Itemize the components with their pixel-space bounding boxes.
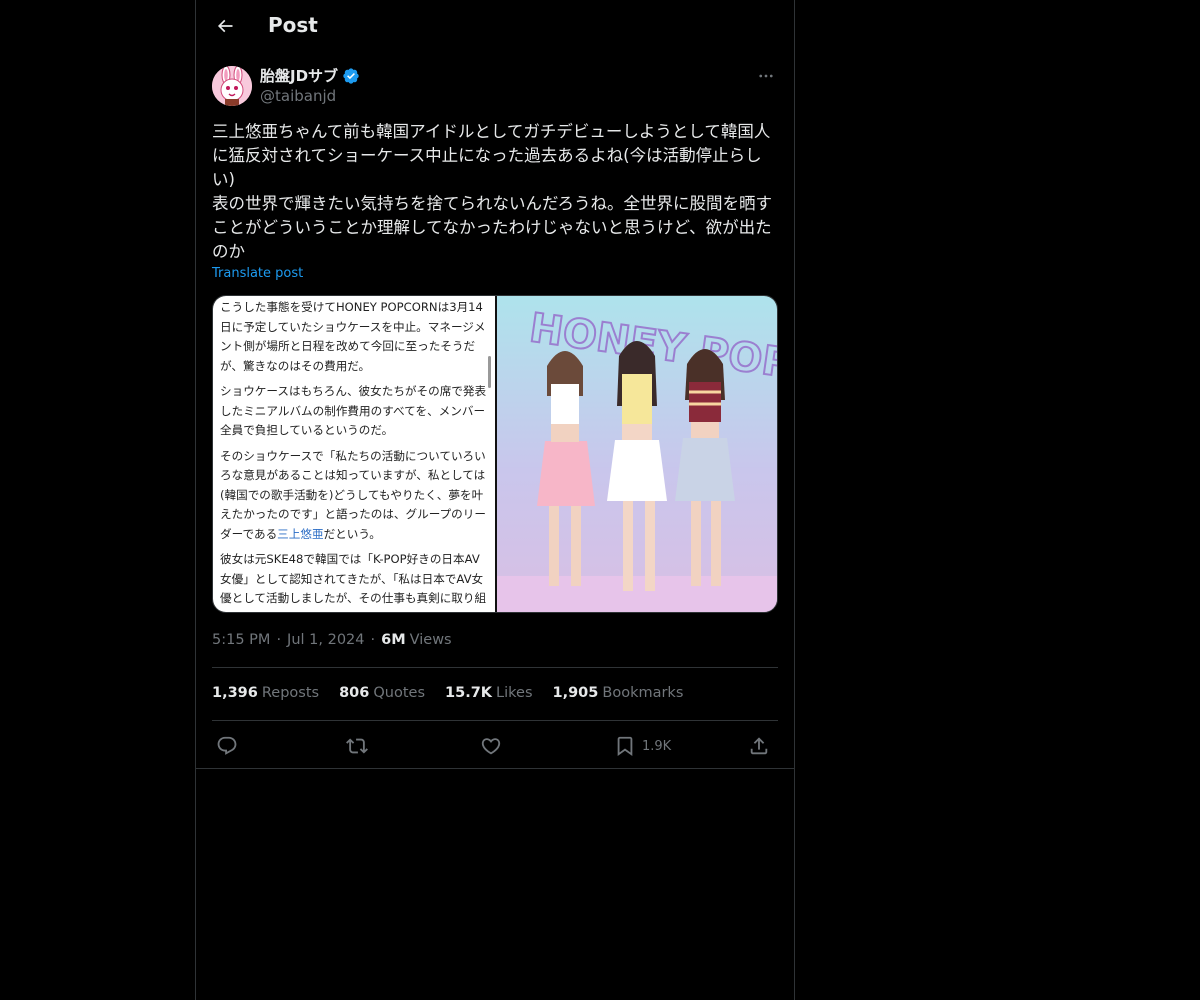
article-paragraph: そのショウケースで「私たちの活動についていろいろな意見があることは知っていますが… [220,447,487,545]
more-options-button[interactable] [754,64,778,88]
avatar[interactable] [212,66,252,106]
post-media: こうした事態を受けてHONEY POPCORNは3月14日に予定していたショウケ… [212,295,778,613]
divider [212,667,778,668]
repost-button[interactable] [346,732,368,760]
quotes-stat[interactable]: 806 Quotes [339,685,425,701]
bookmarks-stat[interactable]: 1,905 Bookmarks [553,685,684,701]
likes-label: Likes [496,685,533,701]
article-paragraph: 彼女は元SKE48で韓国では「K-POP好きの日本AV女優」として認知されてきた… [220,552,487,612]
primary-column: Post 胎盤JDサブ @taibanjd 三上悠亜ちゃんて前も韓国アイドルとし… [195,0,795,1000]
post-text: 三上悠亜ちゃんて前も韓国アイドルとしてガチデビューしようとして韓国人に猛反対され… [212,122,773,261]
article-link-suffix: だという。 [323,526,381,541]
reposts-count: 1,396 [212,685,258,701]
top-bar: Post [196,0,794,53]
reply-button[interactable] [216,732,238,760]
bunny-avatar-icon [212,66,252,106]
post-actions: 1.9K [212,732,778,760]
views-count: 6M [381,632,406,648]
display-name-row: 胎盤JDサブ [260,65,360,86]
repost-icon [346,738,368,754]
quotes-label: Quotes [373,685,426,701]
post-author: 胎盤JDサブ @taibanjd [212,64,778,108]
heart-icon [481,738,501,755]
separator-dot: · [370,632,376,648]
article-text: こうした事態を受けてHONEY POPCORNは3月14日に予定していたショウケ… [213,296,495,612]
arrow-left-icon [217,19,233,33]
bookmarks-count: 1,905 [552,685,599,701]
group-photo-image[interactable]: HONEY POPCORN [497,296,777,612]
post-timestamp: 5:15 PM · Jul 1, 2024 · 6M Views [212,632,452,648]
engagement-stats: 1,396 Reposts 806 Quotes 15.7K Likes 1,905 B… [212,685,683,701]
display-name[interactable]: 胎盤JDサブ [260,65,338,86]
likes-stat[interactable]: 15.7K Likes [445,685,532,701]
post-date[interactable]: Jul 1, 2024 [287,632,364,648]
like-button[interactable] [480,732,502,760]
article-paragraph: こうした事態を受けてHONEY POPCORNは3月14日に予定していたショウケ… [220,300,486,373]
handle[interactable]: @taibanjd [260,87,336,105]
post-time[interactable]: 5:15 PM [212,632,270,648]
share-button[interactable] [748,732,770,760]
quotes-count: 806 [339,685,370,701]
reposts-stat[interactable]: 1,396 Reposts [212,685,319,701]
article-paragraph: ショウケースはもちろん、彼女たちがその席で発表したミニアルバムの制作費用のすべて… [220,384,487,437]
bookmarks-label: Bookmarks [602,685,684,701]
views-label: Views [409,632,452,648]
group-photo-illustration: HONEY POPCORN [497,296,777,612]
divider [196,768,794,769]
translate-post-link[interactable]: Translate post [212,266,303,281]
reposts-label: Reposts [261,685,320,701]
share-icon [750,737,768,755]
page-title: Post [268,13,318,37]
reply-icon [217,736,237,755]
bookmark-icon [617,736,633,757]
verified-badge-icon [343,67,359,84]
likes-count: 15.7K [445,685,493,701]
article-scrollbar [488,356,491,388]
article-screenshot-image[interactable]: こうした事態を受けてHONEY POPCORNは3月14日に予定していたショウケ… [213,296,495,612]
article-link: 三上悠亜 [277,526,324,541]
bookmark-count: 1.9K [642,738,672,754]
divider [212,720,778,721]
bookmark-button[interactable]: 1.9K [614,732,671,760]
back-button[interactable] [208,9,242,43]
more-horizontal-icon [759,74,773,78]
separator-dot: · [276,632,282,648]
